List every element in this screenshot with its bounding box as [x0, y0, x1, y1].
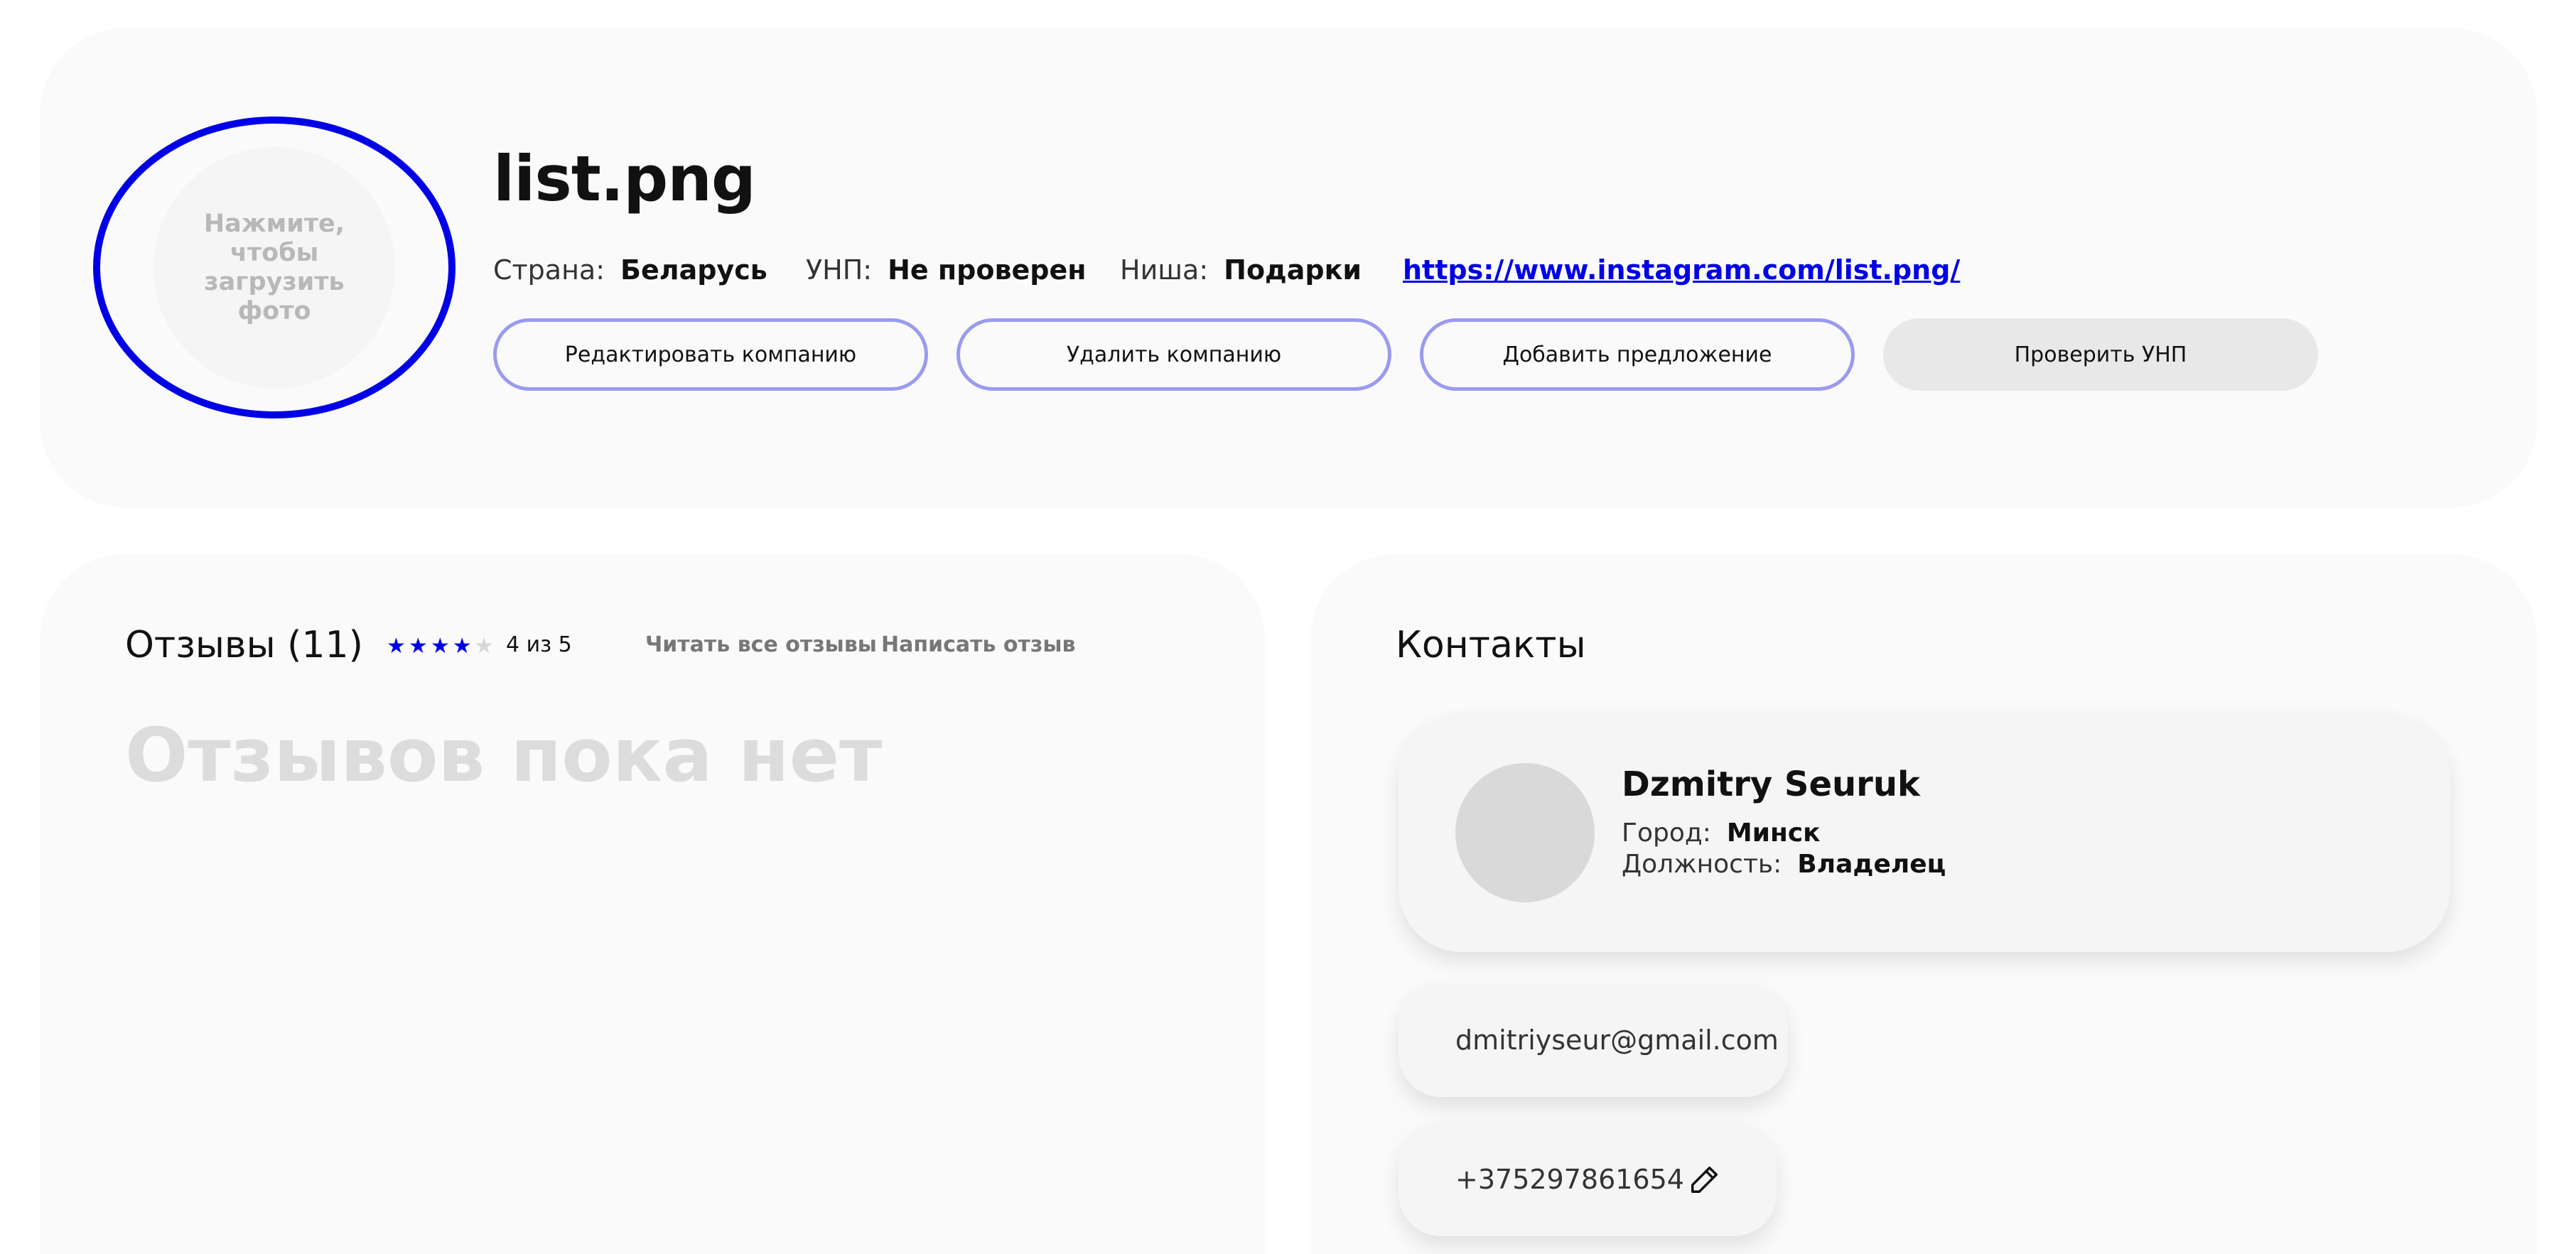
- star-icon: ★: [452, 634, 475, 659]
- city-value: Минск: [1726, 818, 1821, 848]
- phone-contact: +375297861654: [1399, 1123, 1777, 1236]
- no-reviews-placeholder: Отзывов пока нет: [125, 712, 883, 799]
- instagram-link[interactable]: https://www.instagram.com/list.png/: [1403, 254, 1960, 286]
- company-card: Нажмите, чтобы загрузить фото list.png С…: [40, 28, 2537, 507]
- email-value: dmitriyseur@gmail.com: [1455, 1025, 1779, 1056]
- photo-upload-prompt: Нажмите, чтобы загрузить фото: [203, 209, 345, 325]
- write-review-link[interactable]: Написать отзыв: [881, 632, 1075, 657]
- edit-company-button[interactable]: Редактировать компанию: [493, 318, 928, 391]
- niche-label: Ниша:: [1120, 254, 1209, 286]
- country-value: Беларусь: [620, 254, 767, 286]
- star-icon: ★: [474, 634, 497, 659]
- role-label: Должность:: [1622, 850, 1782, 879]
- rating-text: 4 из 5: [506, 632, 572, 657]
- role-value: Владелец: [1797, 850, 1946, 879]
- contact-person-card: Dzmitry Seuruk Город: Минск Должность: Вла…: [1399, 713, 2450, 952]
- city-label: Город:: [1622, 818, 1711, 848]
- email-contact: dmitriyseur@gmail.com: [1399, 983, 1788, 1097]
- contact-person-role: Должность: Владелец: [1622, 850, 1946, 879]
- contact-person-city: Город: Минск: [1622, 818, 1821, 848]
- read-all-reviews-link[interactable]: Читать все отзывы: [645, 632, 877, 657]
- company-niche: Ниша: Подарки: [1120, 254, 1362, 286]
- rating-stars: ★★★★★: [387, 634, 497, 659]
- star-icon: ★: [430, 634, 453, 659]
- unp-value: Не проверен: [888, 254, 1087, 286]
- delete-company-button[interactable]: Удалить компанию: [956, 318, 1391, 391]
- photo-upload-area[interactable]: Нажмите, чтобы загрузить фото: [93, 117, 456, 418]
- add-offer-button[interactable]: Добавить предложение: [1420, 318, 1855, 391]
- country-label: Страна:: [493, 254, 605, 286]
- star-icon: ★: [387, 634, 409, 659]
- contact-person-name: Dzmitry Seuruk: [1622, 764, 1920, 804]
- company-name: list.png: [493, 142, 756, 215]
- star-icon: ★: [408, 634, 431, 659]
- phone-value: +375297861654: [1455, 1164, 1684, 1195]
- company-country: Страна: Беларусь: [493, 254, 767, 286]
- reviews-title: Отзывы (11): [125, 624, 363, 666]
- niche-value: Подарки: [1224, 254, 1362, 286]
- contacts-card: Контакты Dzmitry Seuruk Город: Минск Долж…: [1310, 554, 2537, 1254]
- contacts-title: Контакты: [1396, 624, 1586, 666]
- pencil-icon[interactable]: [1688, 1163, 1721, 1196]
- company-unp: УНП: Не проверен: [806, 254, 1087, 286]
- photo-placeholder[interactable]: Нажмите, чтобы загрузить фото: [153, 146, 395, 389]
- reviews-card: Отзывы (11) ★★★★★ 4 из 5 Читать все отзы…: [40, 554, 1265, 1254]
- avatar: [1455, 763, 1595, 902]
- check-unp-button[interactable]: Проверить УНП: [1883, 318, 2318, 391]
- unp-label: УНП:: [806, 254, 873, 286]
